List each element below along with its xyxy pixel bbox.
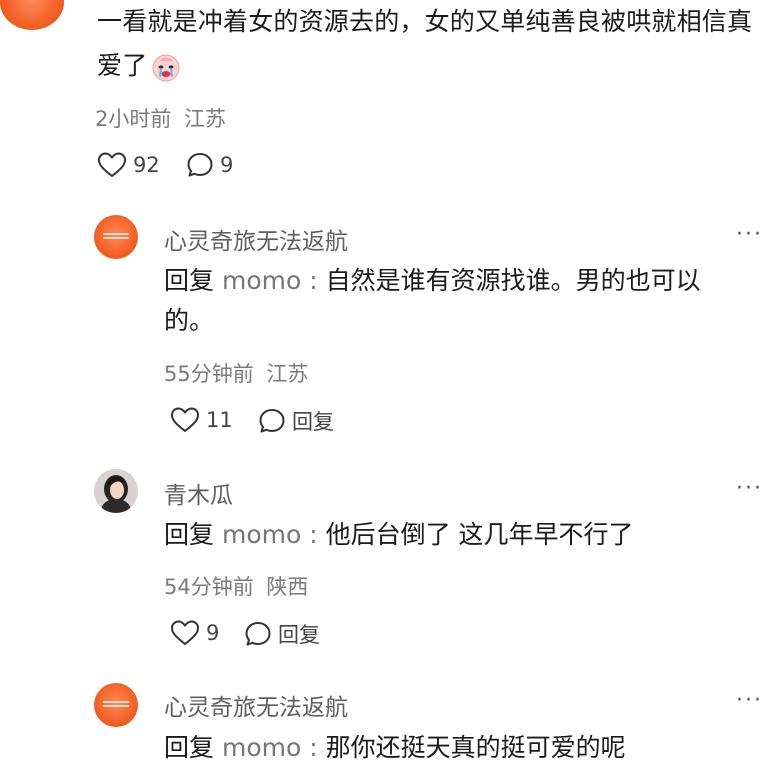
comment-time: 2小时前 bbox=[95, 107, 172, 131]
comment-location: 江苏 bbox=[184, 107, 227, 131]
more-options-icon[interactable]: ··· bbox=[736, 688, 763, 713]
comment-icon bbox=[187, 153, 213, 177]
reply-label: 回复 bbox=[292, 410, 334, 434]
reply-text: 回复 momo : 自然是谁有资源找谁。男的也可以的。 bbox=[164, 266, 701, 335]
reply-username[interactable]: 青木瓜 bbox=[164, 476, 233, 510]
like-button[interactable]: 92 bbox=[97, 151, 160, 179]
reply-username[interactable]: 心灵奇旅无法返航 bbox=[164, 688, 348, 722]
reply-prefix: 回复 bbox=[164, 520, 215, 549]
like-count: 92 bbox=[133, 153, 160, 177]
reply-text: 回复 momo : 那你还挺天真的挺可爱的呢 bbox=[164, 733, 626, 762]
avatar[interactable] bbox=[94, 215, 138, 259]
reply-button[interactable]: 回复 bbox=[244, 619, 320, 649]
comment-icon bbox=[245, 622, 271, 646]
reply-to-user[interactable]: momo bbox=[222, 733, 301, 762]
avatar[interactable] bbox=[94, 683, 138, 727]
reply-body: 他后台倒了 这几年早不行了 bbox=[325, 520, 634, 549]
reply-prefix: 回复 bbox=[164, 266, 215, 295]
comment-icon bbox=[259, 409, 285, 433]
reply-to-user[interactable]: momo bbox=[222, 520, 301, 549]
like-button[interactable]: 11 bbox=[170, 406, 233, 434]
top-comment-avatar[interactable] bbox=[0, 0, 64, 30]
avatar[interactable] bbox=[94, 469, 138, 513]
reply-to-user[interactable]: momo bbox=[222, 266, 301, 295]
top-comment-meta: 2小时前 江苏 bbox=[95, 103, 226, 133]
reply-meta: 55分钟前 江苏 bbox=[164, 362, 309, 386]
more-options-icon[interactable]: ··· bbox=[736, 222, 763, 247]
reply-button[interactable]: 9 bbox=[186, 151, 233, 179]
reply-prefix: 回复 bbox=[164, 733, 215, 762]
reply-text: 回复 momo : 他后台倒了 这几年早不行了 bbox=[164, 520, 634, 549]
like-count: 9 bbox=[206, 621, 220, 645]
crying-face-icon bbox=[151, 52, 181, 82]
reply-body: 那你还挺天真的挺可爱的呢 bbox=[325, 733, 626, 762]
heart-icon bbox=[98, 152, 126, 177]
reply-meta: 54分钟前 陕西 bbox=[164, 575, 309, 599]
top-comment-text: 一看就是冲着女的资源去的，女的又单纯善良被哄就相信真爱了 bbox=[97, 7, 753, 82]
reply-username[interactable]: 心灵奇旅无法返航 bbox=[164, 222, 348, 256]
like-count: 11 bbox=[206, 408, 233, 432]
reply-count: 9 bbox=[220, 153, 234, 177]
heart-icon bbox=[171, 620, 199, 645]
reply-button[interactable]: 回复 bbox=[258, 406, 334, 436]
heart-icon bbox=[171, 407, 199, 432]
like-button[interactable]: 9 bbox=[170, 619, 219, 647]
more-options-icon[interactable]: ··· bbox=[736, 476, 763, 501]
reply-label: 回复 bbox=[278, 623, 320, 647]
